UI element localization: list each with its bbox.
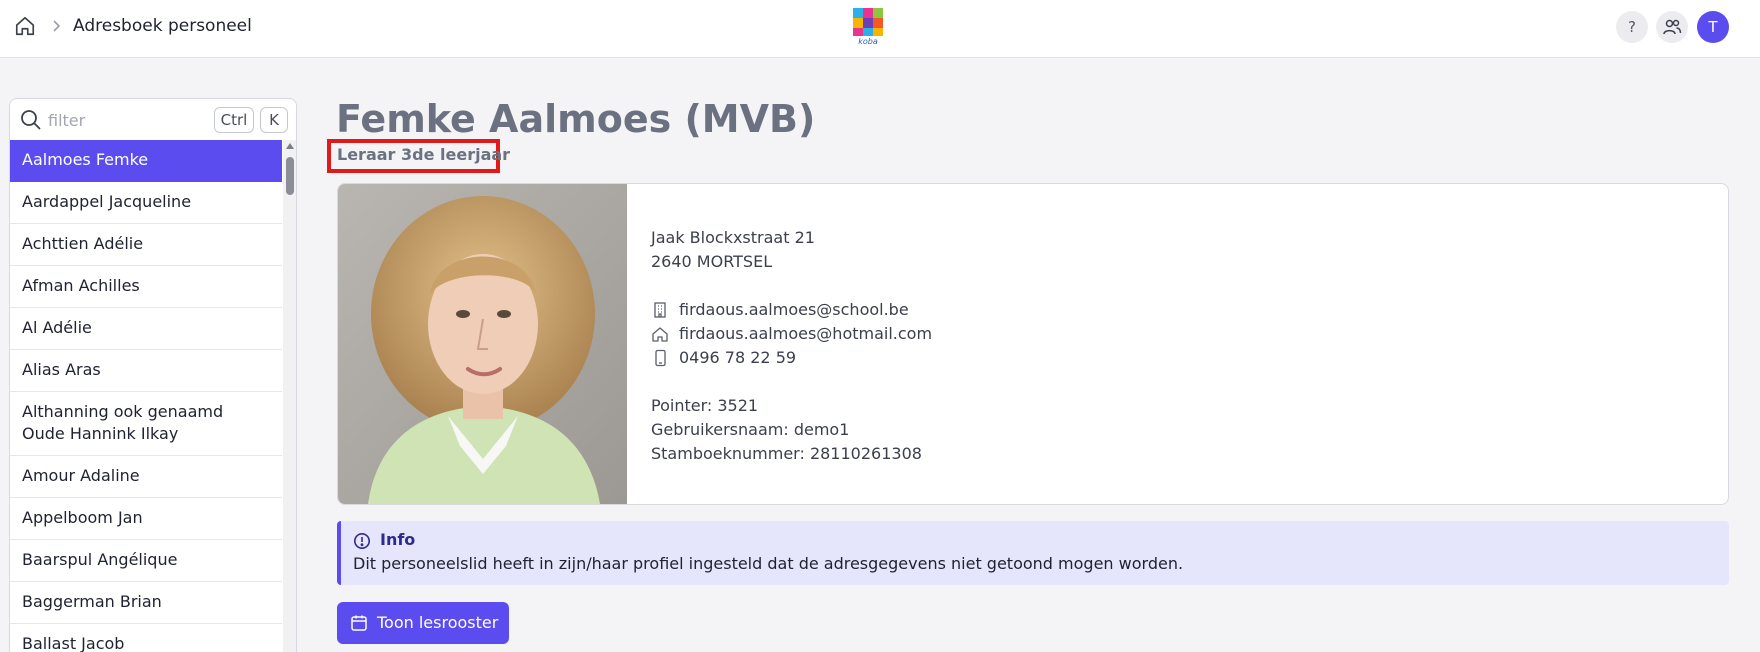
avatar[interactable]: T xyxy=(1697,11,1729,43)
top-bar: Adresboek personeel koba ? T xyxy=(0,0,1760,58)
address-line-2: 2640 MORTSEL xyxy=(651,252,773,271)
show-schedule-button[interactable]: Toon lesrooster xyxy=(337,602,509,644)
profile-card: Jaak Blockxstraat 21 2640 MORTSEL firdao… xyxy=(337,183,1729,505)
info-title: Info xyxy=(380,530,416,549)
scroll-up-arrow-icon[interactable] xyxy=(286,143,294,149)
shortcut-key-k: K xyxy=(260,107,288,133)
work-email-row[interactable]: firdaous.aalmoes@school.be xyxy=(651,298,932,322)
building-icon xyxy=(654,302,666,318)
help-button[interactable]: ? xyxy=(1616,11,1648,43)
pointer: Pointer: 3521 xyxy=(651,396,759,415)
stamboeknummer: Stamboeknummer: 28110261308 xyxy=(651,444,922,463)
breadcrumb-title[interactable]: Adresboek personeel xyxy=(73,16,252,36)
list-item[interactable]: Appelboom Jan xyxy=(10,498,282,540)
home-email[interactable]: firdaous.aalmoes@hotmail.com xyxy=(679,324,932,343)
page-title: Femke Aalmoes (MVB) xyxy=(336,97,816,141)
list-item[interactable]: Achttien Adélie xyxy=(10,224,282,266)
shortcut-key-ctrl: Ctrl xyxy=(214,107,254,133)
list-item[interactable]: Afman Achilles xyxy=(10,266,282,308)
info-text: Dit personeelslid heeft in zijn/haar pro… xyxy=(353,554,1184,573)
phone-number[interactable]: 0496 78 22 59 xyxy=(679,348,796,367)
info-icon xyxy=(354,533,370,549)
staff-list: Aalmoes Femke Aardappel Jacqueline Achtt… xyxy=(10,140,282,652)
staff-list-panel: Ctrl K Aalmoes Femke Aardappel Jacquelin… xyxy=(9,98,297,652)
show-schedule-label: Toon lesrooster xyxy=(377,613,499,632)
search-icon xyxy=(21,110,41,130)
profile-photo xyxy=(338,184,627,504)
filter-input[interactable] xyxy=(48,105,188,135)
address-line-1: Jaak Blockxstraat 21 xyxy=(651,228,815,247)
scrollbar-thumb[interactable] xyxy=(286,157,294,195)
info-banner: Info Dit personeelslid heeft in zijn/haa… xyxy=(337,521,1729,585)
list-item[interactable]: Baarspul Angélique xyxy=(10,540,282,582)
chevron-right-icon xyxy=(53,20,61,32)
list-item[interactable]: Ballast Jacob xyxy=(10,624,282,652)
phone-row[interactable]: 0496 78 22 59 xyxy=(651,346,932,370)
scrollbar[interactable] xyxy=(283,140,296,652)
calendar-icon xyxy=(351,615,367,631)
svg-text:koba: koba xyxy=(858,37,878,46)
list-item[interactable]: Al Adélie xyxy=(10,308,282,350)
list-item[interactable]: Alias Aras xyxy=(10,350,282,392)
home-icon xyxy=(652,327,668,342)
koba-logo[interactable]: koba xyxy=(851,6,887,46)
list-item[interactable]: Aardappel Jacqueline xyxy=(10,182,282,224)
list-item[interactable]: Amour Adaline xyxy=(10,456,282,498)
contact-details: Jaak Blockxstraat 21 2640 MORTSEL firdao… xyxy=(651,226,932,466)
phone-icon xyxy=(655,349,666,367)
list-item[interactable]: Althanning ook genaamd Oude Hannink Ilka… xyxy=(10,392,282,456)
home-icon[interactable] xyxy=(14,15,36,37)
work-email[interactable]: firdaous.aalmoes@school.be xyxy=(679,300,909,319)
list-item[interactable]: Aalmoes Femke xyxy=(10,140,282,182)
list-item[interactable]: Baggerman Brian xyxy=(10,582,282,624)
users-icon xyxy=(1663,19,1682,35)
username: Gebruikersnaam: demo1 xyxy=(651,420,850,439)
job-title: Leraar 3de leerjaar xyxy=(337,145,511,164)
home-email-row[interactable]: firdaous.aalmoes@hotmail.com xyxy=(651,322,932,346)
users-button[interactable] xyxy=(1656,11,1688,43)
